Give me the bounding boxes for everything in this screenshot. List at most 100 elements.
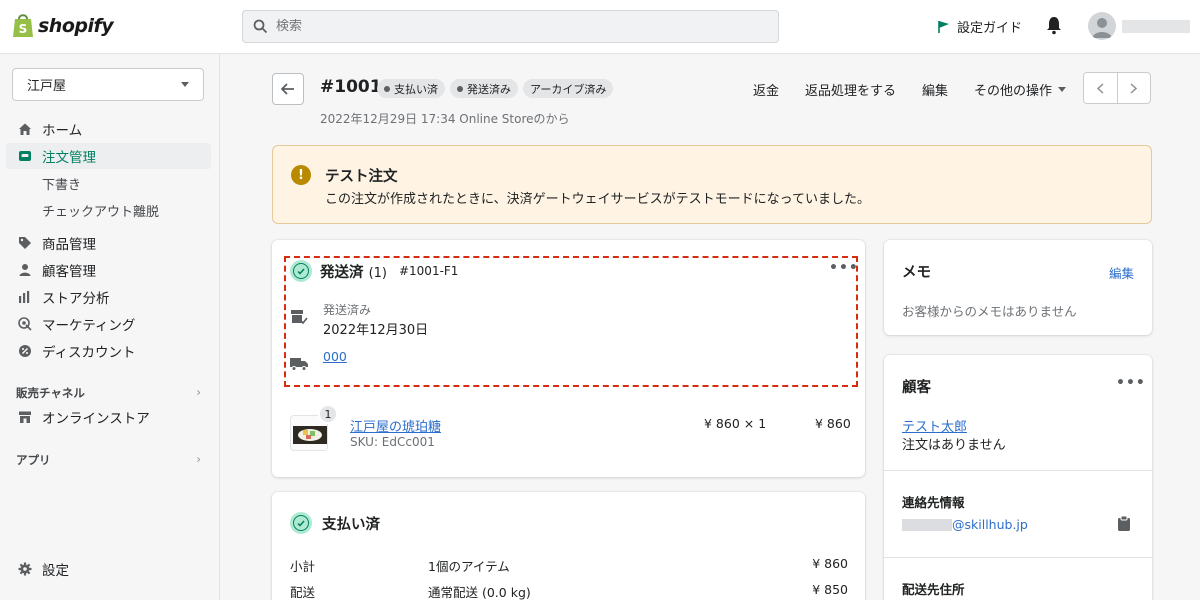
payment-row-amount: ¥ 850 xyxy=(812,582,848,597)
order-date: 2022年12月29日 17:34 Online Storeのから xyxy=(320,112,570,126)
quantity-badge: 1 xyxy=(318,404,338,424)
sidebar-item-orders[interactable]: 注文管理 xyxy=(6,143,211,169)
apps-label: アプリ xyxy=(16,453,51,467)
next-order-button[interactable] xyxy=(1116,73,1151,103)
sidebar-item-home[interactable]: ホーム xyxy=(6,116,211,142)
gear-icon xyxy=(18,562,32,576)
payment-card: 支払い済 小計 1個のアイテム ¥ 860 配送 通常配送 (0.0 kg) ¥… xyxy=(272,492,865,600)
refund-button[interactable]: 返金 xyxy=(753,80,779,99)
shopping-bag-icon: S xyxy=(13,14,33,37)
sidebar: 江戸屋 ホーム 注文管理 下書き チェックアウト離脱 商品管理 顧客管理 ストア… xyxy=(0,54,220,600)
customer-orders-text: 注文はありません xyxy=(902,438,1006,453)
previous-order-button[interactable] xyxy=(1084,73,1117,103)
status-badges: 支払い済 発送済み アーカイブ済み xyxy=(377,79,614,98)
fulfillment-title-text: 発送済 xyxy=(320,264,364,281)
setup-guide-label: 設定ガイド xyxy=(957,21,1023,36)
customer-email-link[interactable]: @skillhub.jp xyxy=(952,517,1028,532)
chevron-right-icon xyxy=(1130,82,1138,94)
check-circle-icon xyxy=(290,512,312,534)
email-redacted xyxy=(902,519,952,531)
more-actions-button[interactable]: その他の操作 xyxy=(974,80,1067,99)
sidebar-item-analytics[interactable]: ストア分析 xyxy=(6,284,211,310)
fulfillment-count: (1) xyxy=(368,265,387,281)
product-name-link[interactable]: 江戸屋の琥珀糖 xyxy=(350,416,441,435)
brand-name: shopify xyxy=(38,14,114,37)
sales-channels-header[interactable]: 販売チャネル › xyxy=(16,385,201,401)
bell-icon[interactable] xyxy=(1046,15,1062,35)
return-button[interactable]: 返品処理をする xyxy=(805,80,896,99)
status-badge-fulfilled: 発送済み xyxy=(450,79,518,98)
customer-name-link[interactable]: テスト太郎 xyxy=(902,416,967,435)
check-circle-icon xyxy=(290,260,312,282)
order-pager xyxy=(1083,72,1151,104)
store-name: 江戸屋 xyxy=(27,79,67,94)
user-name-redacted xyxy=(1122,20,1190,33)
storefront-icon xyxy=(19,411,31,423)
shopify-logo[interactable]: S shopify xyxy=(12,13,114,38)
more-options-button[interactable]: ••• xyxy=(1116,375,1146,391)
fulfillment-header: 発送済 (1) #1001-F1 xyxy=(290,260,458,282)
chevron-right-icon: › xyxy=(196,385,201,399)
bar-chart-icon xyxy=(19,291,30,303)
sidebar-item-label: ディスカウント xyxy=(42,345,136,361)
search-box[interactable] xyxy=(242,10,779,43)
status-badge-paid: 支払い済 xyxy=(377,79,445,98)
flag-icon xyxy=(938,20,949,33)
product-sku: SKU: EdCc001 xyxy=(350,435,435,449)
more-options-button[interactable]: ••• xyxy=(829,260,859,276)
order-actions: 返金 返品処理をする 編集 その他の操作 xyxy=(753,80,1067,99)
payment-row-label: 配送 xyxy=(290,585,316,600)
badge-label: アーカイブ済み xyxy=(530,82,607,96)
memo-edit-link[interactable]: 編集 xyxy=(1109,263,1134,282)
package-check-icon xyxy=(291,310,308,325)
clipboard-icon[interactable] xyxy=(1118,516,1130,531)
search-input[interactable] xyxy=(276,19,756,34)
back-button[interactable] xyxy=(272,73,304,105)
caret-down-icon xyxy=(1058,87,1067,92)
sidebar-item-settings[interactable]: 設定 xyxy=(6,556,211,582)
search-icon xyxy=(253,19,268,34)
status-badge-archived: アーカイブ済み xyxy=(523,79,614,98)
store-selector[interactable]: 江戸屋 xyxy=(12,68,204,101)
sidebar-item-discounts[interactable]: ディスカウント xyxy=(6,338,211,364)
sidebar-item-label: 顧客管理 xyxy=(42,264,96,280)
status-dot-icon xyxy=(384,85,390,92)
contact-info-title: 連絡先情報 xyxy=(902,495,965,510)
test-order-banner: ! テスト注文 この注文が作成されたときに、決済ゲートウェイサービスがテストモー… xyxy=(272,145,1152,224)
fulfillment-id: #1001-F1 xyxy=(398,264,459,278)
sidebar-item-label: オンラインストア xyxy=(42,411,150,427)
sidebar-item-label: 注文管理 xyxy=(42,150,96,166)
customer-title: 顧客 xyxy=(902,380,931,396)
sidebar-item-label: ストア分析 xyxy=(42,291,110,307)
target-icon xyxy=(18,317,32,331)
divider xyxy=(884,557,1152,558)
edit-button[interactable]: 編集 xyxy=(922,80,948,99)
avatar[interactable] xyxy=(1088,12,1116,40)
svg-text:S: S xyxy=(19,22,28,36)
more-actions-label: その他の操作 xyxy=(974,84,1053,99)
sales-channels-label: 販売チャネル xyxy=(16,386,85,400)
payment-row-label: 小計 xyxy=(290,559,316,574)
sidebar-subitem-abandoned-checkouts[interactable]: チェックアウト離脱 xyxy=(42,201,159,220)
sidebar-item-online-store[interactable]: オンラインストア xyxy=(6,404,211,430)
tag-icon xyxy=(19,237,31,249)
truck-icon xyxy=(290,358,308,371)
memo-body: お客様からのメモはありません xyxy=(902,304,1077,319)
product-unit-price: ¥ 860 × 1 xyxy=(704,416,767,431)
sidebar-subitem-drafts[interactable]: 下書き xyxy=(42,174,81,193)
setup-guide-button[interactable]: 設定ガイド xyxy=(937,17,1022,36)
sidebar-item-products[interactable]: 商品管理 xyxy=(6,230,211,256)
sidebar-item-label: 商品管理 xyxy=(42,237,96,253)
tracking-number-link[interactable]: 000 xyxy=(323,349,347,364)
shipping-address-title: 配送先住所 xyxy=(902,582,965,597)
customer-card: 顧客 ••• テスト太郎 注文はありません 連絡先情報 @skillhub.jp… xyxy=(884,355,1152,600)
page-title: #1001 xyxy=(320,77,382,97)
sidebar-item-marketing[interactable]: マーケティング xyxy=(6,311,211,337)
shipping-status-date: 2022年12月30日 xyxy=(323,323,429,338)
status-dot-icon xyxy=(457,85,463,92)
fulfillment-title: 発送済 (1) xyxy=(320,261,387,282)
sidebar-item-customers[interactable]: 顧客管理 xyxy=(6,257,211,283)
home-icon xyxy=(19,123,31,135)
discount-icon xyxy=(19,345,31,357)
apps-header[interactable]: アプリ › xyxy=(16,452,201,468)
